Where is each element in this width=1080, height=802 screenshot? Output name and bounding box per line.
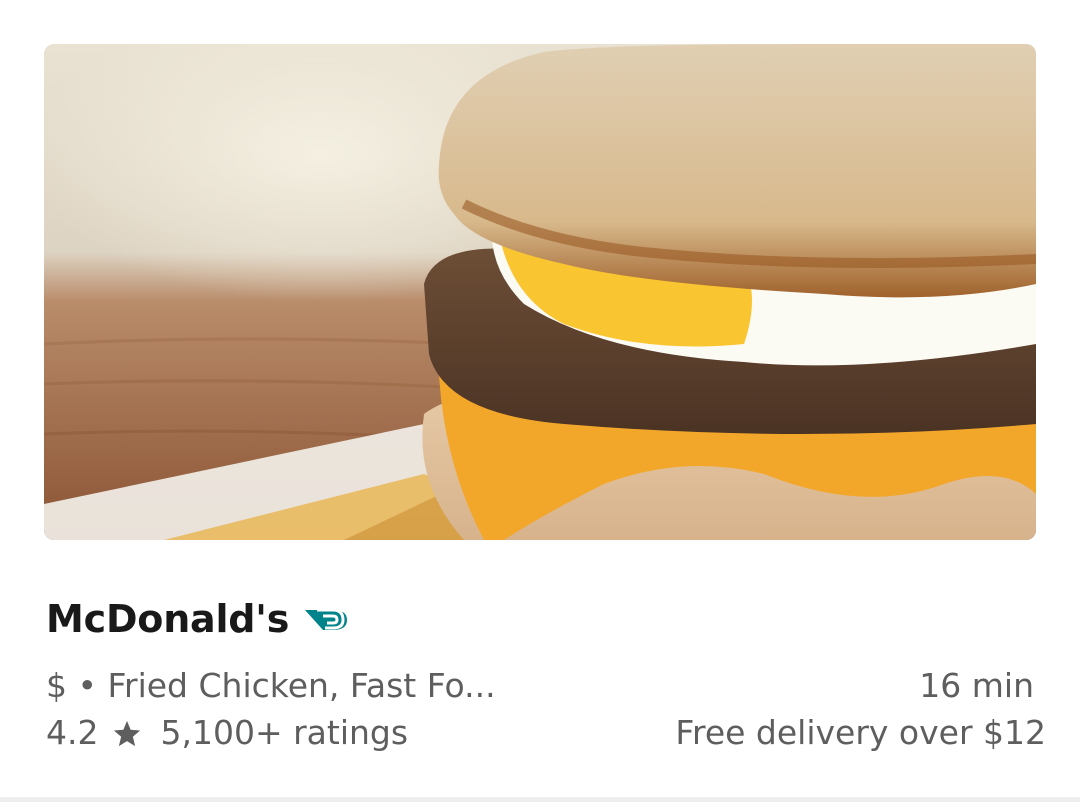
delivery-fee: Free delivery over $12 <box>675 713 1046 752</box>
rating-value: 4.2 <box>46 713 99 752</box>
divider <box>0 797 1080 802</box>
star-icon <box>112 718 142 748</box>
dashpass-icon <box>303 606 349 634</box>
rating-row: 4.2 5,100+ ratings <box>46 713 408 752</box>
store-card[interactable]: McDonald's $ • Fried Chicken, Fast Fo...… <box>0 0 1080 802</box>
store-title-row: McDonald's <box>46 594 349 644</box>
ratings-count: 5,100+ ratings <box>160 713 409 752</box>
store-name: McDonald's <box>46 597 290 641</box>
store-hero-image[interactable] <box>44 44 1036 540</box>
price-cuisine: $ • Fried Chicken, Fast Fo... <box>46 666 496 705</box>
delivery-time: 16 min <box>919 666 1034 705</box>
